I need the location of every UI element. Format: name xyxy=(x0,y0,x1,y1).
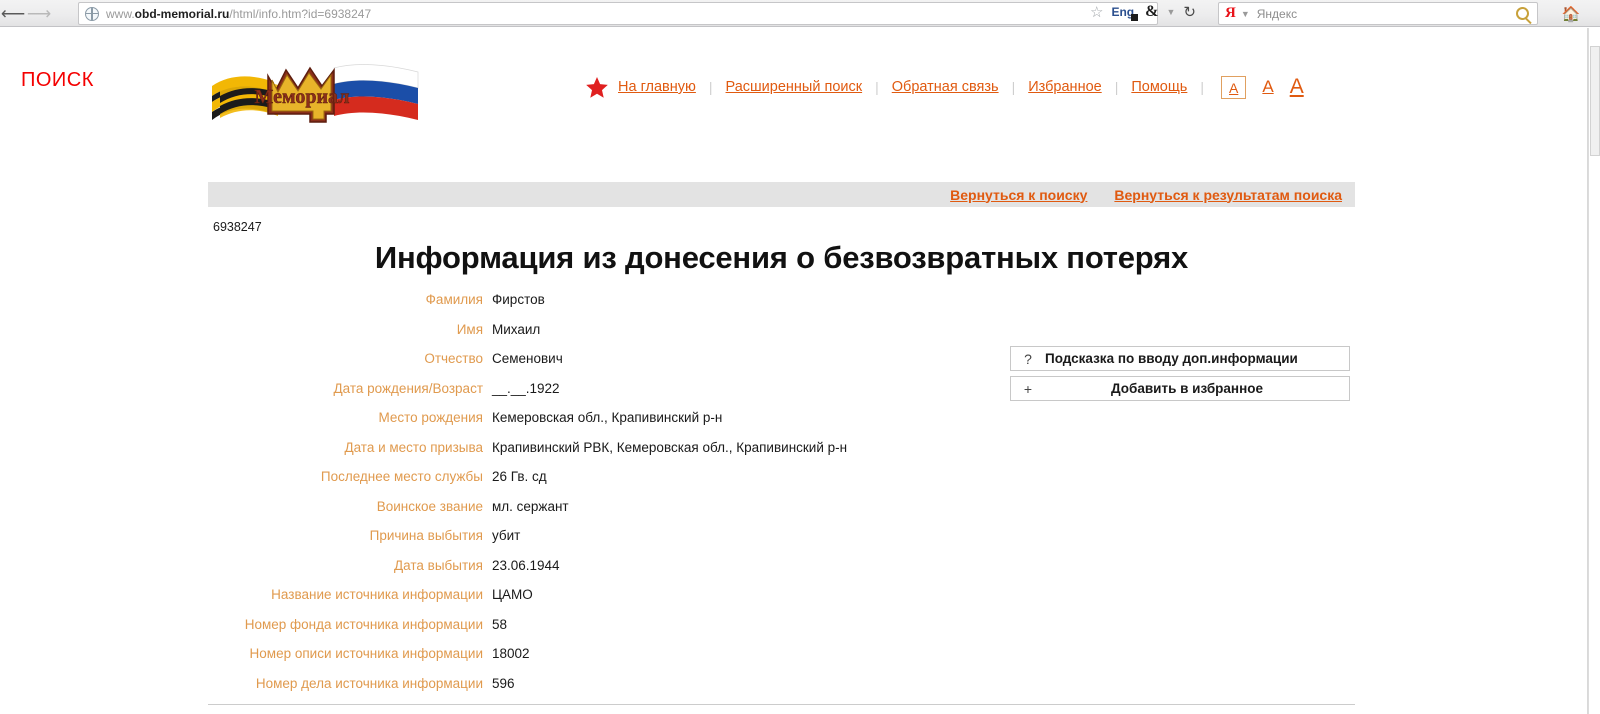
field-row: Дата выбытия 23.06.1944 xyxy=(208,558,1028,588)
search-engine-chevron-icon[interactable]: ▼ xyxy=(1241,9,1250,19)
nav-link-feedback[interactable]: Обратная связь xyxy=(892,79,999,95)
search-input[interactable]: Яндекс xyxy=(1257,7,1297,21)
svg-text:Мемориал: Мемориал xyxy=(255,86,350,108)
field-row: Воинское звание мл. сержант xyxy=(208,499,1028,529)
extension-ampersand-icon[interactable]: & xyxy=(1145,3,1158,21)
field-value: убит xyxy=(492,528,521,543)
nav-separator: | xyxy=(1114,79,1119,95)
add-to-favorites-button[interactable]: + Добавить в избранное xyxy=(1010,376,1350,401)
field-row: Дата и место призыва Крапивинский РВК, К… xyxy=(208,440,1028,470)
field-label: Отчество xyxy=(424,351,483,366)
field-row: Номер дела источника информации 596 xyxy=(208,676,1028,706)
field-value: 26 Гв. сд xyxy=(492,469,547,484)
field-row: Имя Михаил xyxy=(208,322,1028,352)
field-value: Кемеровская обл., Крапивинский р-н xyxy=(492,410,723,425)
red-star-icon xyxy=(586,76,608,98)
field-row: Место рождения Кемеровская обл., Крапиви… xyxy=(208,410,1028,440)
field-label: Последнее место службы xyxy=(320,469,483,484)
field-value: Фирстов xyxy=(492,292,545,307)
field-label: Фамилия xyxy=(425,292,483,307)
action-buttons: ? Подсказка по вводу доп.информации + До… xyxy=(1010,346,1350,401)
field-row: Название источника информации ЦАМО xyxy=(208,587,1028,617)
field-value: ЦАМО xyxy=(492,587,533,602)
field-label: Воинское звание xyxy=(376,498,483,514)
field-value: 23.06.1944 xyxy=(492,557,560,573)
field-label: Дата выбытия xyxy=(394,557,483,573)
nav-link-home[interactable]: На главную xyxy=(618,79,696,95)
field-label: Дата рождения/Возраст xyxy=(333,380,483,396)
field-row: Последнее место службы 26 Гв. сд xyxy=(208,469,1028,499)
help-hint-button-label: Подсказка по вводу доп.информации xyxy=(1045,351,1298,366)
return-links-bar: Вернуться к поиску Вернуться к результат… xyxy=(208,182,1355,207)
main-navigation: На главную | Расширенный поиск | Обратна… xyxy=(586,72,1304,102)
browser-search-box[interactable]: Я ▼ Яндекс xyxy=(1218,2,1538,25)
font-size-controls: A A A xyxy=(1221,75,1304,99)
field-value: __.__.1922 xyxy=(492,380,560,396)
field-label: Дата и место призыва xyxy=(344,439,483,455)
address-bar[interactable]: www.obd-memorial.ru/html/info.htm?id=693… xyxy=(78,2,1158,25)
field-row: Номер фонда источника информации 58 xyxy=(208,617,1028,647)
scrollbar-thumb[interactable] xyxy=(1590,46,1600,156)
field-label: Причина выбытия xyxy=(369,528,483,543)
vertical-scrollbar[interactable] xyxy=(1588,28,1600,714)
back-to-search-link[interactable]: Вернуться к поиску xyxy=(950,187,1087,203)
field-label: Имя xyxy=(456,321,483,337)
field-row: Номер описи источника информации 18002 xyxy=(208,646,1028,676)
record-fields: Фамилия Фирстов Имя Михаил Отчество Семе… xyxy=(208,292,1028,705)
back-arrow-icon[interactable]: ⟵ xyxy=(0,0,26,26)
field-label: Место рождения xyxy=(378,410,483,425)
field-value: Михаил xyxy=(492,321,541,337)
memorial-logo[interactable]: Мемориал xyxy=(206,58,434,130)
page-content: ПОИСК Мемориал На главную | Расширенный … xyxy=(0,28,1588,714)
field-row: Причина выбытия убит xyxy=(208,528,1028,558)
field-label: Название источника информации xyxy=(271,587,483,602)
nav-separator: | xyxy=(1011,79,1016,95)
back-to-results-link[interactable]: Вернуться к результатам поиска xyxy=(1114,187,1342,203)
reload-icon[interactable]: ↻ xyxy=(1183,3,1196,21)
field-label: Номер описи источника информации xyxy=(249,646,483,661)
plus-icon: + xyxy=(1023,380,1033,397)
nav-separator: | xyxy=(875,79,879,95)
page-title: Информация из донесения о безвозвратных … xyxy=(374,240,1189,275)
field-value: мл. сержант xyxy=(492,498,569,514)
font-size-medium-button[interactable]: A xyxy=(1262,77,1273,97)
field-value: 596 xyxy=(492,675,515,691)
font-size-large-button[interactable]: A xyxy=(1290,75,1304,99)
record-id: 6938247 xyxy=(213,220,262,234)
nav-link-favorites[interactable]: Избранное xyxy=(1028,79,1101,95)
field-value: 18002 xyxy=(492,646,530,661)
help-hint-button[interactable]: ? Подсказка по вводу доп.информации xyxy=(1010,346,1350,371)
field-label: Номер дела источника информации xyxy=(255,675,483,691)
content-divider xyxy=(208,704,1355,705)
browser-toolbar: ⟵ ⟶ www.obd-memorial.ru/html/info.htm?id… xyxy=(0,0,1600,27)
nav-separator: | xyxy=(1200,79,1204,95)
yandex-logo-icon: Я xyxy=(1225,5,1236,21)
bookmark-star-icon[interactable]: ☆ xyxy=(1090,3,1103,21)
field-row: Дата рождения/Возраст __.__.1922 xyxy=(208,381,1028,411)
translate-icon[interactable]: Eng xyxy=(1111,5,1138,21)
magnifier-icon[interactable] xyxy=(1516,7,1529,20)
field-value: 58 xyxy=(492,616,508,632)
home-icon[interactable]: 🏠 xyxy=(1556,2,1586,25)
field-label: Номер фонда источника информации xyxy=(244,616,483,632)
address-bar-icons: ☆ Eng & ▼ ↻ xyxy=(1090,3,1196,21)
forward-arrow-icon[interactable]: ⟶ xyxy=(26,0,52,26)
globe-icon xyxy=(85,6,99,21)
field-value: Крапивинский РВК, Кемеровская обл., Крап… xyxy=(492,439,848,455)
url-text: www.obd-memorial.ru/html/info.htm?id=693… xyxy=(106,6,372,21)
nav-link-help[interactable]: Помощь xyxy=(1131,79,1187,95)
poisk-label: ПОИСК xyxy=(21,69,94,91)
chevron-down-icon[interactable]: ▼ xyxy=(1166,7,1175,17)
field-row: Отчество Семенович xyxy=(208,351,1028,381)
nav-link-advanced-search[interactable]: Расширенный поиск xyxy=(726,79,863,95)
field-value: Семенович xyxy=(492,351,563,366)
nav-separator: | xyxy=(708,79,713,95)
field-row: Фамилия Фирстов xyxy=(208,292,1028,322)
question-mark-icon: ? xyxy=(1024,350,1032,367)
add-to-favorites-button-label: Добавить в избранное xyxy=(1110,381,1263,396)
font-size-small-button[interactable]: A xyxy=(1221,75,1247,99)
